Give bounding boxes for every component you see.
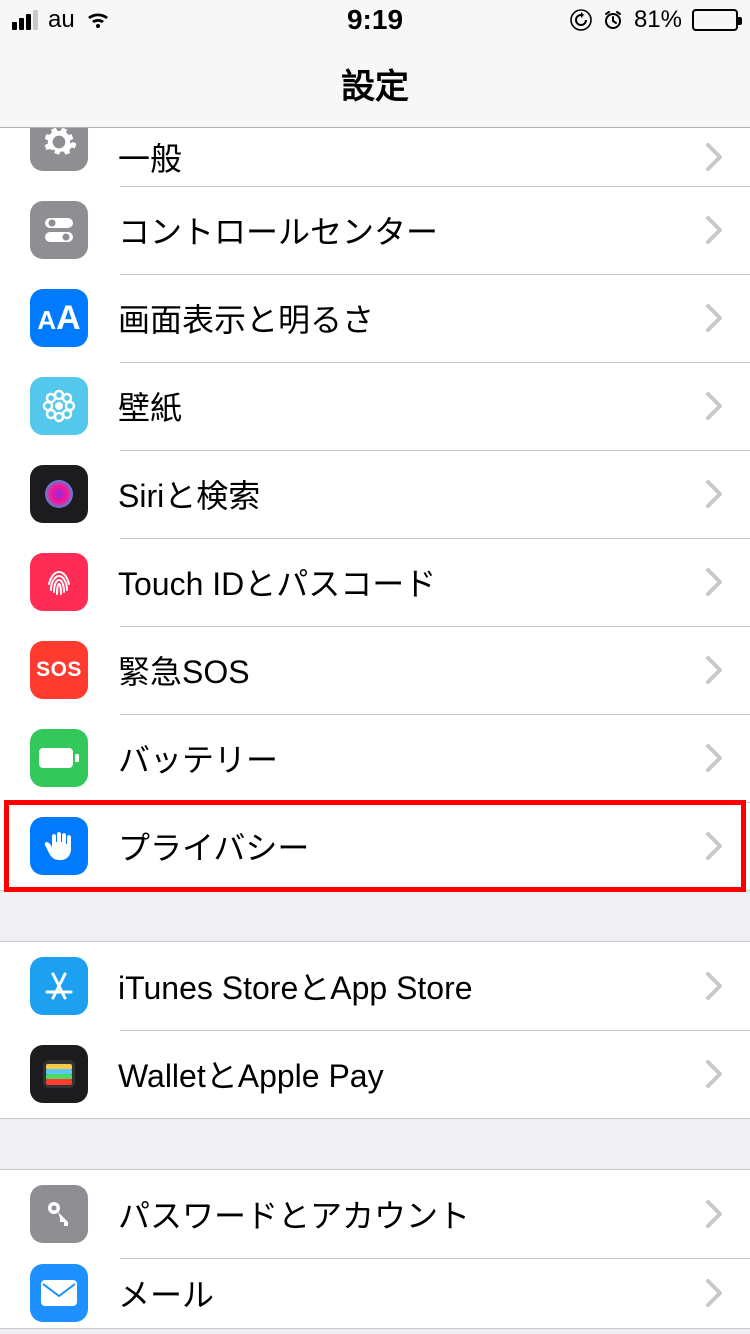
carrier-label: au <box>48 6 75 34</box>
battery-percent: 81% <box>634 6 682 34</box>
cellular-signal-icon <box>12 10 38 30</box>
wallet-icon <box>30 1045 88 1103</box>
status-bar: au 9:19 81% <box>0 0 750 40</box>
settings-row-privacy[interactable]: プライバシー <box>0 802 750 890</box>
row-label: 画面表示と明るさ <box>118 295 706 341</box>
fingerprint-icon <box>30 553 88 611</box>
row-label: メール <box>118 1270 706 1316</box>
chevron-right-icon <box>706 568 722 596</box>
chevron-right-icon <box>706 1279 722 1307</box>
chevron-right-icon <box>706 1200 722 1228</box>
settings-row-wallet[interactable]: WalletとApple Pay <box>0 1030 750 1118</box>
clock: 9:19 <box>347 4 403 36</box>
settings-row-appstore[interactable]: iTunes StoreとApp Store <box>0 942 750 1030</box>
settings-row-sos[interactable]: SOS 緊急SOS <box>0 626 750 714</box>
mail-icon <box>30 1264 88 1322</box>
chevron-right-icon <box>706 744 722 772</box>
settings-row-general[interactable]: 一般 <box>0 128 750 186</box>
row-label: Siriと検索 <box>118 471 706 517</box>
alarm-icon <box>602 9 624 31</box>
row-label: 一般 <box>118 134 706 180</box>
chevron-right-icon <box>706 143 722 171</box>
chevron-right-icon <box>706 480 722 508</box>
settings-list[interactable]: 一般コントロールセンター AA 画面表示と明るさ壁紙 Siriと検索 Touch IDと… <box>0 128 750 1334</box>
chevron-right-icon <box>706 656 722 684</box>
chevron-right-icon <box>706 216 722 244</box>
row-label: プライバシー <box>118 823 706 869</box>
row-label: iTunes StoreとApp Store <box>118 963 706 1009</box>
navbar: 設定 <box>0 40 750 128</box>
row-label: Touch IDとパスコード <box>118 559 706 605</box>
chevron-right-icon <box>706 1060 722 1088</box>
settings-row-battery[interactable]: バッテリー <box>0 714 750 802</box>
settings-row-control[interactable]: コントロールセンター <box>0 186 750 274</box>
sos-icon: SOS <box>30 641 88 699</box>
flower-icon <box>30 377 88 435</box>
chevron-right-icon <box>706 832 722 860</box>
row-label: WalletとApple Pay <box>118 1051 706 1097</box>
row-label: 緊急SOS <box>118 647 706 693</box>
settings-row-mail[interactable]: メール <box>0 1258 750 1328</box>
appstore-icon <box>30 957 88 1015</box>
chevron-right-icon <box>706 304 722 332</box>
row-label: コントロールセンター <box>118 207 706 253</box>
settings-row-passwords[interactable]: パスワードとアカウント <box>0 1170 750 1258</box>
wifi-icon <box>85 10 111 30</box>
row-label: バッテリー <box>118 735 706 781</box>
gear-icon <box>30 128 88 171</box>
text-size-icon: AA <box>30 289 88 347</box>
page-title: 設定 <box>341 59 409 108</box>
settings-row-siri[interactable]: Siriと検索 <box>0 450 750 538</box>
chevron-right-icon <box>706 972 722 1000</box>
battery-icon <box>692 9 738 31</box>
row-label: パスワードとアカウント <box>118 1191 706 1237</box>
settings-row-touchid[interactable]: Touch IDとパスコード <box>0 538 750 626</box>
battery-icon <box>30 729 88 787</box>
siri-icon <box>30 465 88 523</box>
settings-row-wallpaper[interactable]: 壁紙 <box>0 362 750 450</box>
key-icon <box>30 1185 88 1243</box>
settings-row-display[interactable]: AA 画面表示と明るさ <box>0 274 750 362</box>
rotation-lock-icon <box>570 9 592 31</box>
toggles-icon <box>30 201 88 259</box>
chevron-right-icon <box>706 392 722 420</box>
row-label: 壁紙 <box>118 383 706 429</box>
hand-icon <box>30 817 88 875</box>
